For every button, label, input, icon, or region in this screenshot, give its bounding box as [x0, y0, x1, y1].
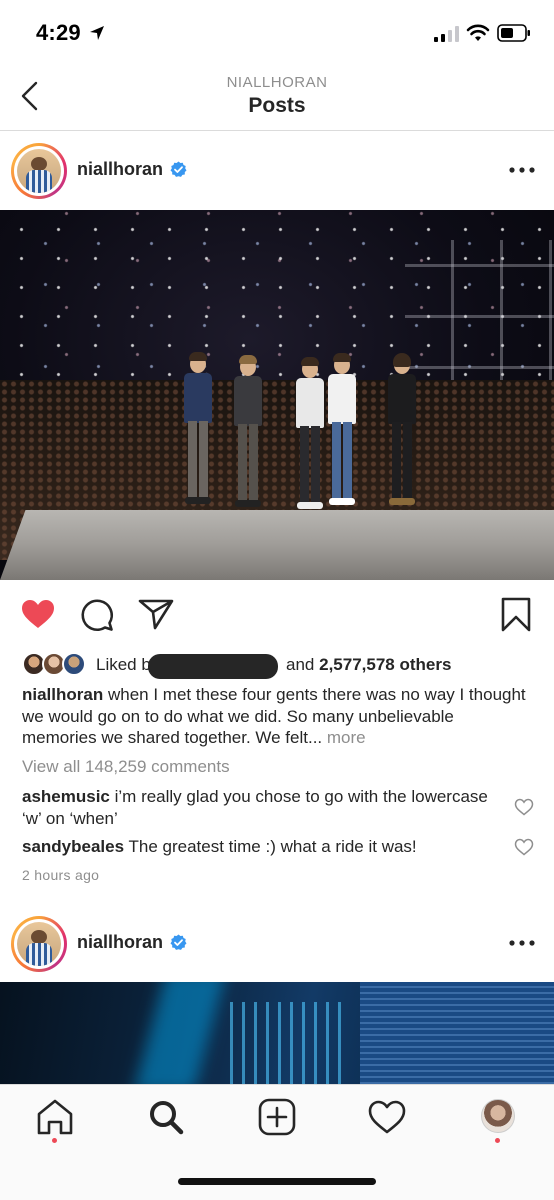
avatar[interactable]	[11, 143, 67, 199]
post-timestamp: 2 hours ago	[22, 867, 100, 883]
post-caption: niallhoran when I met these four gents t…	[22, 684, 532, 749]
likes-count[interactable]: and 2,577,578 others	[286, 655, 451, 675]
comment-username[interactable]: ashemusic	[22, 787, 110, 806]
add-post-icon[interactable]	[257, 1097, 297, 1137]
post-photo[interactable]	[0, 982, 554, 1084]
more-dots-icon[interactable]	[508, 165, 536, 175]
profile-tab-avatar[interactable]	[481, 1099, 515, 1133]
liked-by-label: Liked b	[96, 655, 151, 674]
post-actions	[0, 580, 554, 650]
location-arrow-icon	[90, 26, 104, 40]
caption-username[interactable]: niallhoran	[22, 685, 103, 704]
search-icon[interactable]	[146, 1098, 186, 1136]
post-photo[interactable]	[0, 210, 554, 580]
redacted-username	[148, 654, 278, 679]
nav-subtitle: NIALLHORAN	[226, 74, 328, 91]
comment-item: sandybeales The greatest time :) what a …	[22, 836, 492, 858]
more-dots-icon[interactable]	[508, 938, 536, 948]
verified-badge-icon	[170, 161, 187, 177]
profile-notification-dot	[495, 1138, 500, 1143]
post-header: niallhoran	[0, 131, 554, 209]
view-all-comments-link[interactable]: View all 148,259 comments	[22, 757, 230, 777]
verified-badge-icon	[170, 934, 187, 950]
home-notification-dot	[52, 1138, 57, 1143]
home-indicator	[178, 1178, 376, 1185]
caption-more-link[interactable]: more	[327, 728, 366, 747]
status-time: 4:29	[36, 20, 81, 45]
wifi-icon	[466, 24, 490, 41]
battery-icon	[497, 24, 530, 42]
post-header: niallhoran	[0, 904, 554, 982]
comment-username[interactable]: sandybeales	[22, 837, 124, 856]
likes-summary[interactable]: Liked b and 2,577,578 others	[0, 648, 554, 682]
activity-heart-icon[interactable]	[367, 1099, 407, 1135]
post-username[interactable]: niallhoran	[77, 159, 163, 180]
share-icon[interactable]	[138, 598, 174, 630]
heart-filled-icon[interactable]	[20, 598, 56, 630]
comment-item: ashemusic i’m really glad you chose to g…	[22, 786, 492, 829]
avatar[interactable]	[11, 916, 67, 972]
home-icon[interactable]	[35, 1098, 75, 1136]
heart-outline-icon[interactable]	[514, 838, 534, 856]
liker-avatar	[62, 652, 86, 676]
heart-outline-icon[interactable]	[514, 798, 534, 816]
signal-icon	[434, 26, 459, 42]
page-title: Posts	[248, 94, 306, 117]
post-username[interactable]: niallhoran	[77, 932, 163, 953]
bookmark-icon[interactable]	[500, 597, 532, 633]
comment-icon[interactable]	[80, 598, 114, 632]
nav-header: NIALLHORAN Posts	[0, 62, 554, 131]
status-bar: 4:29	[0, 0, 554, 62]
comment-text: The greatest time :) what a ride it was!	[128, 837, 417, 856]
